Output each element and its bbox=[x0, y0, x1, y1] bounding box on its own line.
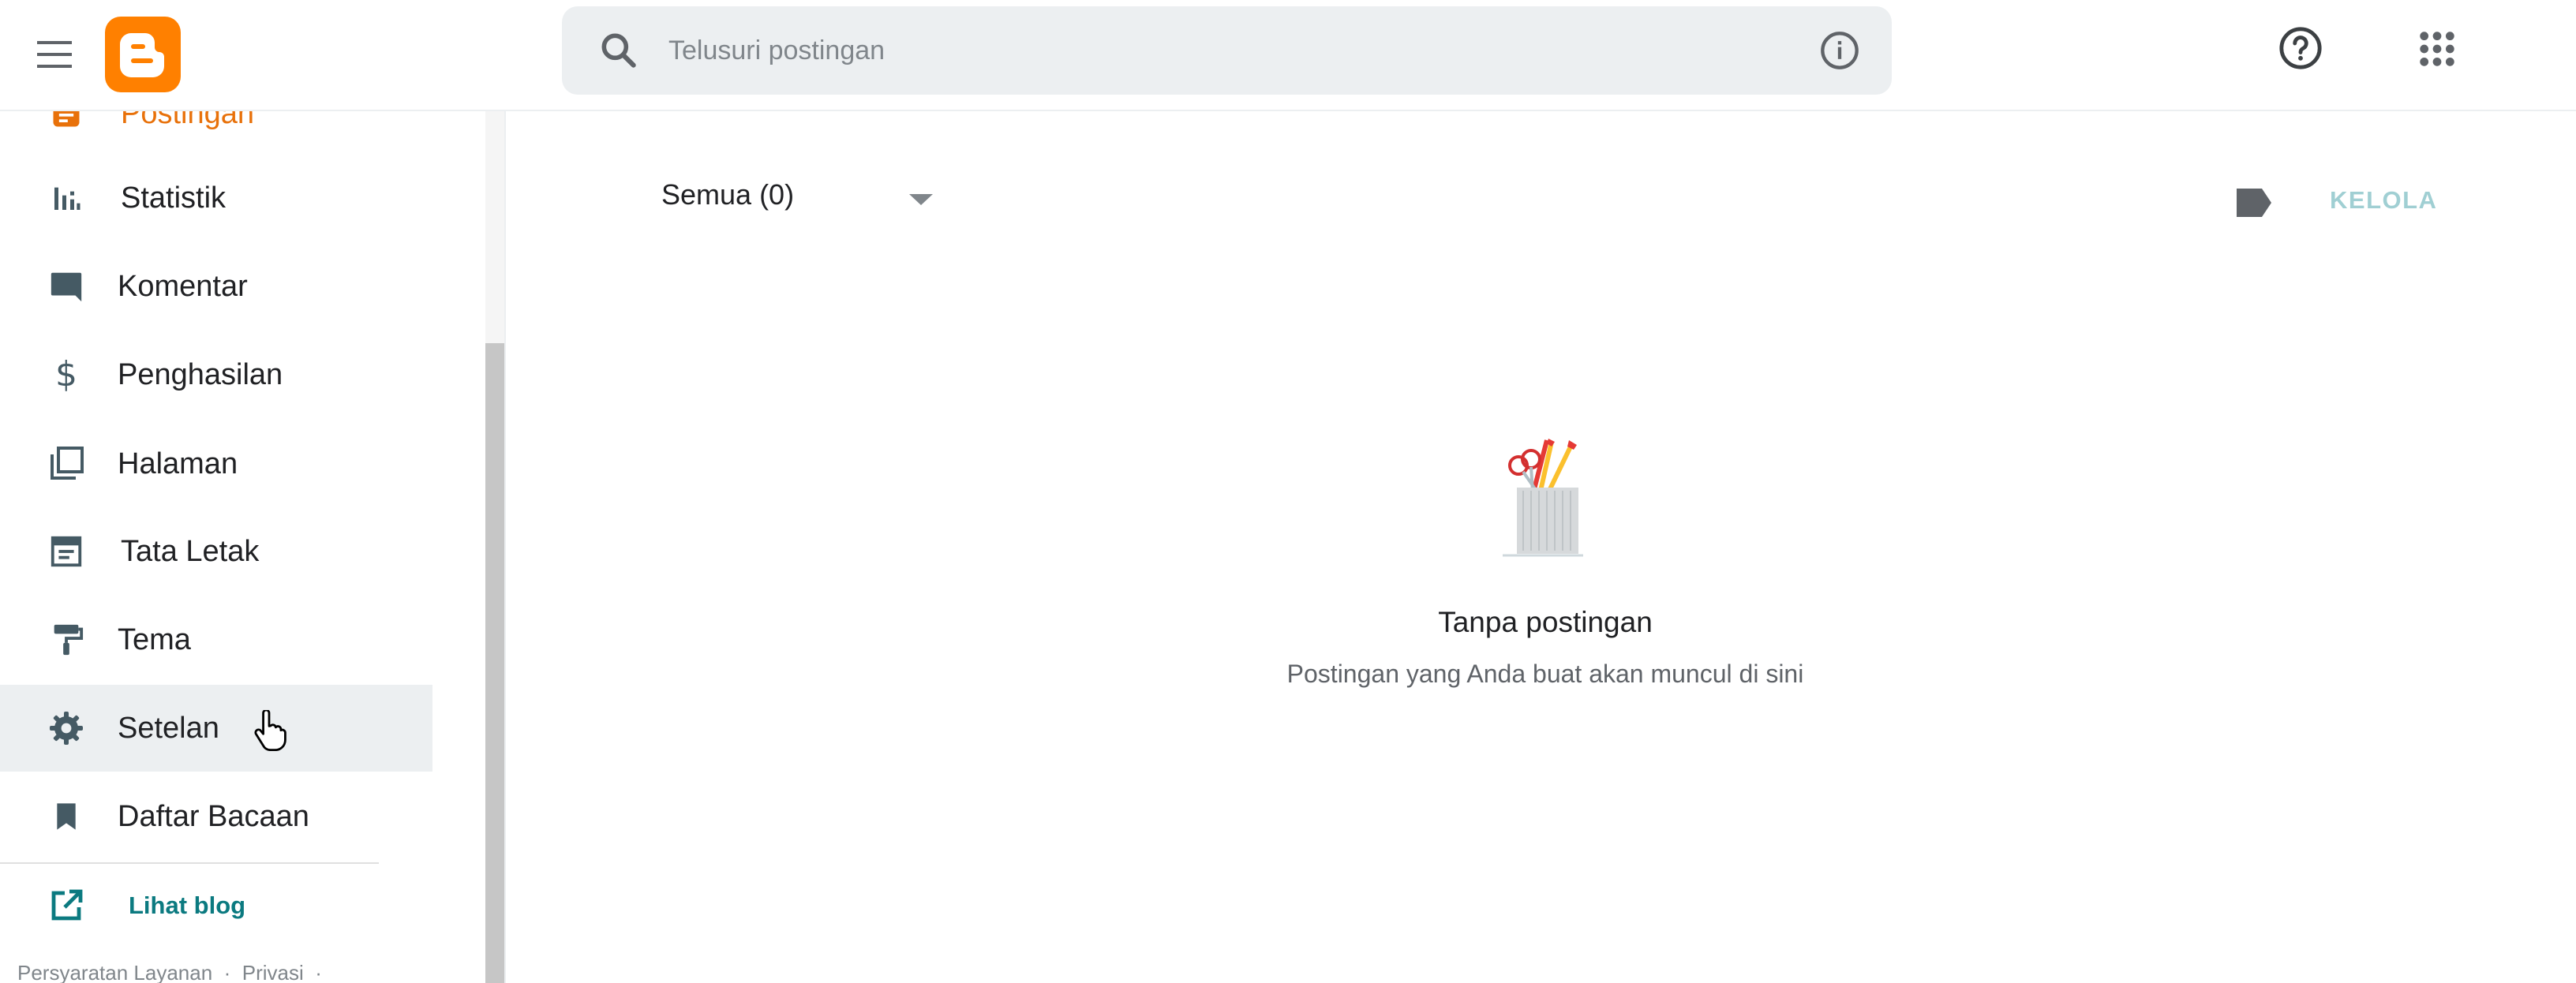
sidebar-item-tata-letak[interactable]: Tata Letak bbox=[0, 508, 432, 595]
posts-icon bbox=[46, 111, 87, 134]
view-blog-label: Lihat blog bbox=[129, 891, 246, 919]
sidebar-item-label: Tema bbox=[118, 622, 191, 656]
paint-roller-icon bbox=[46, 619, 87, 660]
comment-icon bbox=[46, 266, 87, 307]
sidebar-item-komentar[interactable]: Komentar bbox=[0, 243, 432, 330]
pencil-cup-illustration bbox=[1503, 439, 1583, 557]
sidebar-item-tema[interactable]: Tema bbox=[0, 596, 432, 683]
apps-grid-icon[interactable] bbox=[2415, 27, 2459, 71]
sidebar-scrollbar-thumb[interactable] bbox=[485, 343, 504, 983]
privacy-link[interactable]: Privasi bbox=[242, 961, 304, 983]
footer-separator: · bbox=[223, 961, 231, 983]
label-tag-icon[interactable] bbox=[2233, 185, 2275, 221]
sidebar-item-label: Tata Letak bbox=[121, 534, 260, 568]
gear-icon bbox=[46, 708, 87, 749]
sidebar-item-penghasilan[interactable]: $ Penghasilan bbox=[0, 331, 432, 418]
sidebar: Postingan Statistik Komentar $ Penghasil… bbox=[0, 111, 506, 983]
sidebar-item-label: Penghasilan bbox=[118, 357, 283, 391]
sidebar-item-halaman[interactable]: Halaman bbox=[0, 420, 432, 507]
sidebar-item-label: Statistik bbox=[121, 181, 227, 215]
sidebar-item-daftar-bacaan[interactable]: Daftar Bacaan bbox=[0, 773, 432, 860]
manage-labels-button[interactable]: KELOLA bbox=[2330, 186, 2437, 215]
chevron-down-icon[interactable] bbox=[909, 194, 933, 205]
terms-link[interactable]: Persyaratan Layanan bbox=[17, 961, 212, 983]
search-icon[interactable] bbox=[597, 28, 641, 73]
bookmark-icon bbox=[46, 796, 87, 837]
sidebar-item-label: Halaman bbox=[118, 447, 238, 480]
empty-state-subtitle: Postingan yang Anda buat akan muncul di … bbox=[1286, 660, 1804, 688]
search-bar bbox=[562, 6, 1892, 95]
dollar-icon: $ bbox=[55, 354, 77, 394]
top-app-bar bbox=[0, 0, 2576, 111]
menu-icon[interactable] bbox=[30, 30, 79, 79]
layout-icon bbox=[46, 531, 87, 572]
info-icon[interactable] bbox=[1819, 30, 1860, 71]
sidebar-item-label: Setelan bbox=[118, 711, 219, 745]
sidebar-item-statistik[interactable]: Statistik bbox=[0, 155, 432, 241]
sidebar-footer: Persyaratan Layanan · Privasi · bbox=[17, 961, 322, 983]
filter-label: Semua (0) bbox=[661, 178, 795, 211]
search-input[interactable] bbox=[668, 24, 1734, 77]
sidebar-item-label: Postingan bbox=[121, 111, 255, 130]
sidebar-item-label: Komentar bbox=[118, 269, 248, 303]
footer-separator: · bbox=[315, 961, 322, 983]
sidebar-item-setelan[interactable]: Setelan bbox=[0, 685, 432, 772]
sidebar-item-postingan[interactable]: Postingan bbox=[0, 111, 432, 157]
sidebar-item-label: Daftar Bacaan bbox=[118, 799, 309, 833]
bar-chart-icon bbox=[46, 178, 87, 219]
open-in-new-icon bbox=[46, 885, 87, 926]
post-filter-dropdown[interactable]: Semua (0) bbox=[661, 178, 794, 211]
pages-icon bbox=[46, 443, 87, 484]
help-icon[interactable] bbox=[2278, 25, 2323, 71]
blogger-logo[interactable] bbox=[105, 17, 181, 92]
view-blog-link[interactable]: Lihat blog bbox=[0, 862, 432, 949]
empty-state-title: Tanpa postingan bbox=[1438, 606, 1653, 638]
